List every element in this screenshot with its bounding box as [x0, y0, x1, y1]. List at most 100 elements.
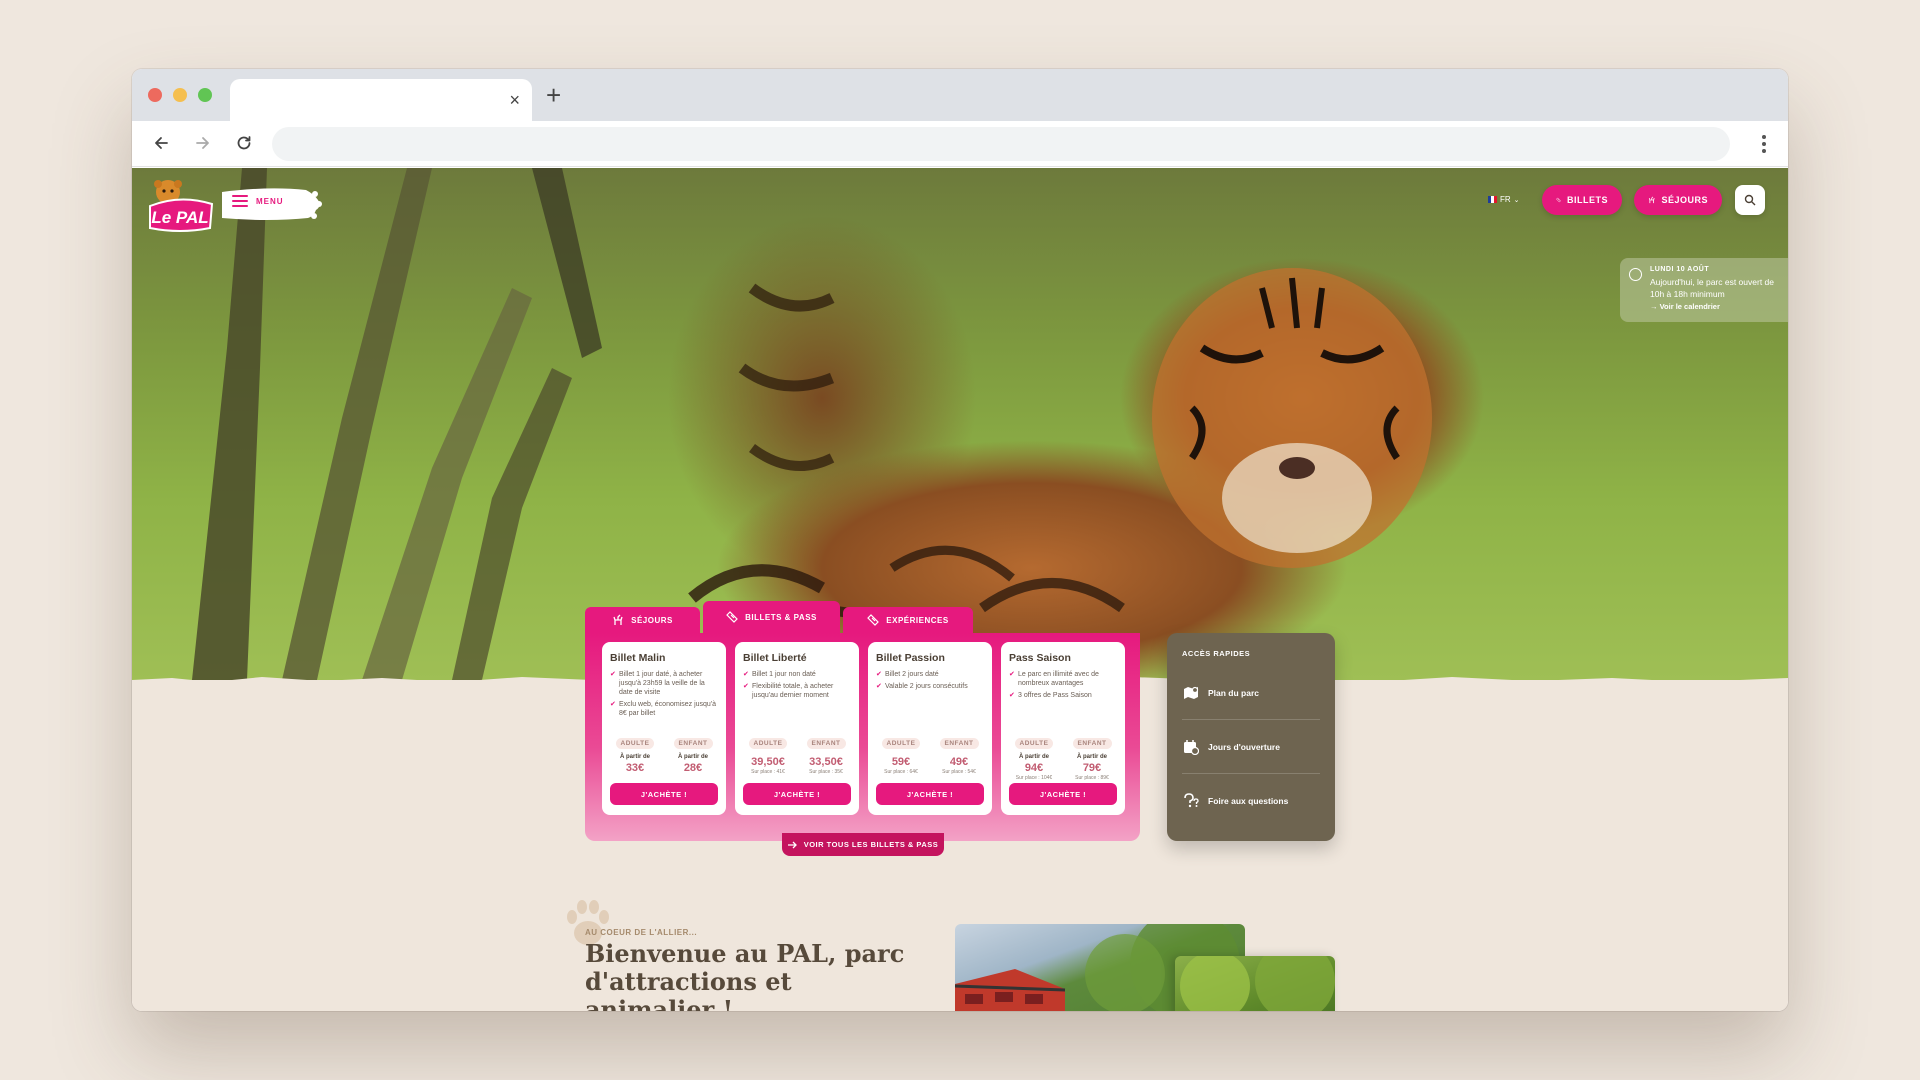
reload-button[interactable]	[229, 128, 259, 158]
sejours-label: SÉJOURS	[1661, 195, 1708, 205]
ticket-card-billet-liberte: Billet Liberté Billet 1 jour non daté Fl…	[735, 642, 859, 815]
close-window-button[interactable]	[148, 88, 162, 102]
price-from-label: À partir de	[1076, 754, 1107, 760]
menu-label[interactable]: MENU	[256, 197, 284, 206]
tab-sejours-label: SÉJOURS	[631, 615, 673, 625]
maximize-window-button[interactable]	[198, 88, 212, 102]
ticket-name: Billet Passion	[876, 652, 945, 664]
billets-label: BILLETS	[1567, 195, 1608, 205]
arrow-left-icon	[155, 137, 168, 149]
question-icon	[1182, 792, 1200, 810]
calendar-icon	[1182, 738, 1200, 756]
adult-price: 59€	[891, 756, 911, 768]
child-tag: ENFANT	[806, 738, 846, 749]
ticket-feature: Le parc en illimité avec de nombreux ava…	[1009, 670, 1117, 688]
child-price: 49€	[949, 756, 969, 768]
ticket-card-billet-malin: Billet Malin Billet 1 jour daté, à achet…	[602, 642, 726, 815]
french-flag-icon	[1488, 196, 1497, 203]
tab-experiences-label: EXPÉRIENCES	[886, 615, 949, 625]
tab-billets-pass[interactable]: BILLETS & PASS	[703, 601, 840, 633]
sejours-button[interactable]: SÉJOURS	[1634, 185, 1722, 215]
calendar-link-label: Voir le calendrier	[1659, 302, 1720, 311]
quick-link-label: Plan du parc	[1208, 687, 1260, 698]
calendar-link[interactable]: → Voir le calendrier	[1650, 302, 1778, 311]
ticket-feature: Billet 1 jour daté, à acheter jusqu'à 23…	[610, 670, 718, 697]
ticket-name: Billet Malin	[610, 652, 666, 664]
search-icon	[1744, 194, 1756, 206]
animal-photo	[1175, 956, 1335, 1011]
hours-text: Aujourd'hui, le parc est ouvert de 10h à…	[1650, 277, 1775, 299]
adult-onsite-price: Sur place : 64€	[884, 769, 918, 775]
see-all-tickets-button[interactable]: VOIR TOUS LES BILLETS & PASS	[782, 833, 944, 856]
section-headline: Bienvenue au PAL, parc d'attractions et …	[585, 939, 905, 1012]
browser-toolbar	[132, 121, 1788, 167]
ticket-feature: Flexibilité totale, à acheter jusqu'au d…	[743, 682, 851, 700]
quick-link-faq[interactable]: Foire aux questions	[1182, 774, 1320, 828]
tab-experiences[interactable]: EXPÉRIENCES	[843, 607, 973, 633]
quick-link-opening-days[interactable]: Jours d'ouverture	[1182, 720, 1320, 774]
child-onsite-price: Sur place : 89€	[1075, 775, 1109, 781]
back-button[interactable]	[146, 128, 176, 158]
child-onsite-price: Sur place : 35€	[809, 769, 843, 775]
adult-tag: ADULTE	[615, 738, 655, 749]
booking-widget: Billet Malin Billet 1 jour daté, à achet…	[585, 633, 1140, 841]
hero-video	[132, 168, 1788, 680]
hamburger-icon[interactable]	[232, 195, 248, 207]
buy-button[interactable]: J'ACHÈTE !	[1009, 783, 1117, 805]
child-tag: ENFANT	[673, 738, 713, 749]
search-button[interactable]	[1735, 185, 1765, 215]
adult-price: 39,50€	[751, 756, 785, 768]
reload-icon	[237, 136, 251, 150]
ticket-card-pass-saison: Pass Saison Le parc en illimité avec de …	[1001, 642, 1125, 815]
child-tag: ENFANT	[939, 738, 979, 749]
ticket-name: Pass Saison	[1009, 652, 1071, 664]
child-price: 33,50€	[809, 756, 843, 768]
adult-price: 33€	[625, 762, 645, 774]
adult-onsite-price: Sur place : 104€	[1015, 775, 1053, 781]
buy-button[interactable]: J'ACHÈTE !	[743, 783, 851, 805]
chevron-down-icon: ⌄	[1513, 196, 1520, 204]
ticket-icon	[867, 614, 880, 626]
language-selector[interactable]: FR ⌄	[1488, 195, 1520, 204]
buy-button[interactable]: J'ACHÈTE !	[610, 783, 718, 805]
ticket-feature: Billet 2 jours daté	[876, 670, 984, 679]
minimize-window-button[interactable]	[173, 88, 187, 102]
hours-date: LUNDI 10 AOÛT	[1650, 266, 1710, 273]
buy-button[interactable]: J'ACHÈTE !	[876, 783, 984, 805]
tab-billets-pass-label: BILLETS & PASS	[745, 612, 817, 622]
arrow-right-icon	[787, 841, 797, 848]
ticket-feature: Billet 1 jour non daté	[743, 670, 851, 679]
ticket-icon	[726, 611, 738, 623]
quick-link-label: Foire aux questions	[1208, 796, 1289, 806]
le-pal-logo[interactable]: Le PAL	[144, 176, 216, 234]
child-onsite-price: Sur place : 54€	[942, 769, 976, 775]
adult-tag: ADULTE	[1014, 738, 1054, 749]
price-from-label: À partir de	[619, 754, 650, 760]
tab-sejours[interactable]: SÉJOURS	[585, 607, 700, 633]
svg-text:Le PAL: Le PAL	[151, 208, 208, 227]
browser-tab[interactable]: ×	[230, 79, 532, 121]
ticket-icon	[1556, 197, 1561, 203]
browser-menu-icon[interactable]	[1754, 130, 1774, 158]
opening-hours-panel: LUNDI 10 AOÛT Aujourd'hui, le parc est o…	[1620, 258, 1788, 322]
close-tab-icon[interactable]: ×	[509, 88, 520, 112]
new-tab-button[interactable]: +	[546, 81, 561, 109]
adult-tag: ADULTE	[881, 738, 921, 749]
language-label: FR	[1500, 195, 1511, 204]
ticket-name: Billet Liberté	[743, 652, 807, 664]
child-price: 28€	[683, 762, 703, 774]
adult-onsite-price: Sur place : 41€	[751, 769, 785, 775]
address-bar[interactable]	[272, 127, 1730, 161]
deer-icon	[613, 614, 623, 625]
child-tag: ENFANT	[1072, 738, 1112, 749]
ticket-feature: 3 offres de Pass Saison	[1009, 691, 1117, 700]
billets-button[interactable]: BILLETS	[1542, 185, 1622, 215]
quick-access-title: ACCÈS RAPIDES	[1182, 649, 1251, 658]
map-icon	[1182, 684, 1200, 702]
deer-icon	[1648, 196, 1655, 204]
browser-window: × + Le PAL MENU FR ⌄ BILLETS SÉJOURS LUN…	[132, 69, 1788, 1011]
quick-link-plan[interactable]: Plan du parc	[1182, 666, 1320, 720]
see-all-label: VOIR TOUS LES BILLETS & PASS	[803, 840, 939, 849]
forward-button[interactable]	[188, 128, 218, 158]
quick-access-panel: ACCÈS RAPIDES Plan du parc Jours d'ouver…	[1167, 633, 1335, 841]
